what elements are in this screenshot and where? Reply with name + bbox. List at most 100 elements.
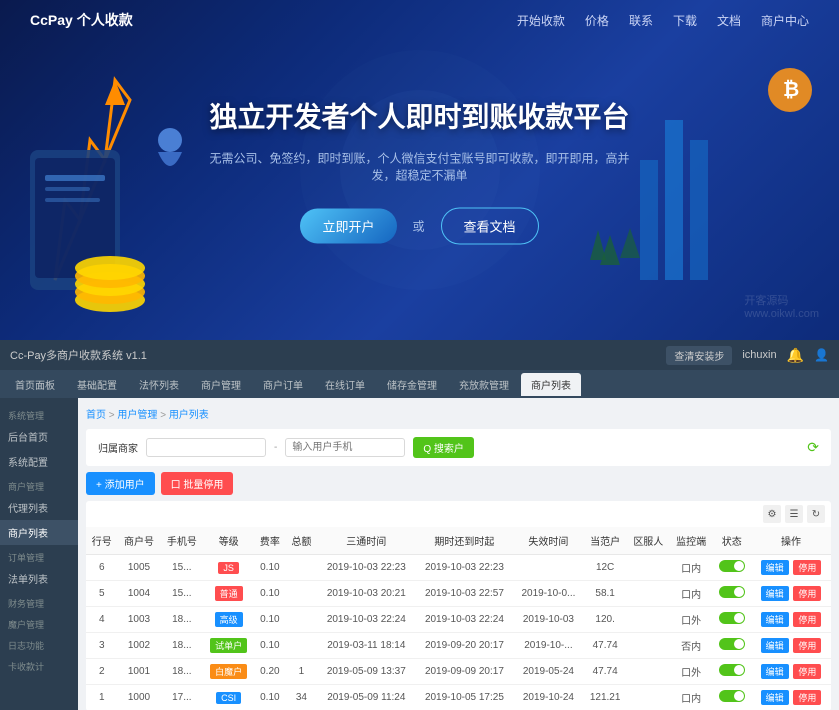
cell-area <box>627 555 670 581</box>
table-columns-icon[interactable]: ☰ <box>785 505 803 523</box>
nav-link-docs[interactable]: 文档 <box>717 12 741 29</box>
btn-add-user[interactable]: + 添加用户 <box>86 472 155 495</box>
search-phone-input[interactable] <box>285 438 405 457</box>
cell-level: CSI <box>203 685 254 710</box>
tab-user-list[interactable]: 商户列表 <box>521 373 581 396</box>
status-toggle[interactable] <box>719 560 745 572</box>
nav-link-start[interactable]: 开始收款 <box>517 12 565 29</box>
col-create-time: 三通时间 <box>317 527 415 555</box>
cell-range: 47.74 <box>583 633 627 659</box>
cell-expire-time: 2019-09-20 20:17 <box>415 633 513 659</box>
cell-level: 试单户 <box>203 633 254 659</box>
search-separator: - <box>274 442 277 453</box>
table-settings-icon[interactable]: ⚙ <box>763 505 781 523</box>
cell-status[interactable] <box>713 581 751 607</box>
hero-watermark: 开客源码 www.oikwl.com <box>744 292 819 320</box>
search-merchant-input[interactable] <box>146 438 266 457</box>
cell-expire-time: 2019-10-03 22:23 <box>415 555 513 581</box>
cell-fail-time: 2019-10-0... <box>513 581 583 607</box>
btn-disable[interactable]: 停用 <box>793 664 821 679</box>
btn-edit[interactable]: 编辑 <box>761 586 789 601</box>
hero-title: 独立开发者个人即时到账收款平台 <box>209 96 629 136</box>
cell-range: 58.1 <box>583 581 627 607</box>
cell-phone: 18... <box>160 659 203 685</box>
sidebar-group-system: 系统管理 <box>0 403 78 424</box>
table-refresh-icon[interactable]: ↻ <box>807 505 825 523</box>
cell-level: 普通 <box>203 581 254 607</box>
hero-buttons: 立即开户 或 查看文档 <box>209 208 629 245</box>
btn-edit[interactable]: 编辑 <box>761 690 789 705</box>
btn-edit[interactable]: 编辑 <box>761 638 789 653</box>
user-icon[interactable]: 👤 <box>814 348 829 362</box>
btn-disable[interactable]: 停用 <box>793 586 821 601</box>
tab-fund-mgmt[interactable]: 充放款管理 <box>449 373 519 396</box>
btn-disable[interactable]: 停用 <box>793 638 821 653</box>
cell-status[interactable] <box>713 659 751 685</box>
tab-basic-config[interactable]: 基础配置 <box>67 373 127 396</box>
cell-action: 编辑 停用 <box>751 659 831 685</box>
cell-status[interactable] <box>713 633 751 659</box>
btn-disable[interactable]: 停用 <box>793 560 821 575</box>
cell-row-num: 6 <box>86 555 118 581</box>
tab-merchant-mgmt[interactable]: 商户管理 <box>191 373 251 396</box>
status-toggle[interactable] <box>719 638 745 650</box>
btn-disable[interactable]: 停用 <box>793 612 821 627</box>
btn-edit[interactable]: 编辑 <box>761 612 789 627</box>
cell-expire-time: 2019-10-03 22:24 <box>415 607 513 633</box>
table-row: 1 1000 17... CSI 0.10 34 2019-05-09 11:2… <box>86 685 831 710</box>
nav-link-price[interactable]: 价格 <box>585 12 609 29</box>
hero-nav-links: 开始收款 价格 联系 下载 文档 商户中心 <box>517 12 809 29</box>
btn-view-docs[interactable]: 查看文档 <box>441 208 539 245</box>
search-btn[interactable]: Q 搜索户 <box>413 437 474 458</box>
sidebar-item-agent-list[interactable]: 代理列表 <box>0 495 78 520</box>
btn-edit[interactable]: 编辑 <box>761 560 789 575</box>
tab-merchant-order[interactable]: 商户订单 <box>253 373 313 396</box>
cell-status[interactable] <box>713 685 751 710</box>
search-refresh-icon[interactable]: ⟳ <box>807 439 819 455</box>
tab-home[interactable]: 首页面板 <box>5 373 65 396</box>
cell-level: 高级 <box>203 607 254 633</box>
sidebar-item-order-list[interactable]: 法单列表 <box>0 566 78 591</box>
cell-monitor: 口外 <box>670 659 713 685</box>
cell-expire-time: 2019-09-09 20:17 <box>415 659 513 685</box>
admin-panel: Cc-Pay多商户收款系统 v1.1 查清安装步 ichuxin 🔔 👤 首页面… <box>0 340 839 710</box>
table-row: 5 1004 15... 普通 0.10 2019-10-03 20:21 20… <box>86 581 831 607</box>
cell-level: JS <box>203 555 254 581</box>
nav-link-download[interactable]: 下载 <box>673 12 697 29</box>
cell-status[interactable] <box>713 555 751 581</box>
table-row: 3 1002 18... 试单户 0.10 2019-03-11 18:14 2… <box>86 633 831 659</box>
nav-link-contact[interactable]: 联系 <box>629 12 653 29</box>
breadcrumb-home[interactable]: 首页 <box>86 410 106 421</box>
breadcrumb-user-list: 用户列表 <box>169 410 209 421</box>
status-toggle[interactable] <box>719 586 745 598</box>
cell-fail-time: 2019-05-24 <box>513 659 583 685</box>
cell-create-time: 2019-03-11 18:14 <box>317 633 415 659</box>
cell-status[interactable] <box>713 607 751 633</box>
tab-order-list[interactable]: 法怀列表 <box>129 373 189 396</box>
sidebar-item-merchant-list[interactable]: 商户列表 <box>0 520 78 545</box>
status-toggle[interactable] <box>719 612 745 624</box>
data-table: ⚙ ☰ ↻ 行号 商户号 手机号 等级 费率 总额 三通时间 <box>86 501 831 710</box>
btn-disable[interactable]: 停用 <box>793 690 821 705</box>
cell-monitor: 口外 <box>670 607 713 633</box>
admin-layout: 系统管理 后台首页 系统配置 商户管理 代理列表 商户列表 订单管理 法单列表 … <box>0 398 839 710</box>
tab-storage-mgmt[interactable]: 储存金管理 <box>377 373 447 396</box>
btn-edit[interactable]: 编辑 <box>761 664 789 679</box>
sidebar-item-config[interactable]: 系统配置 <box>0 449 78 474</box>
admin-install-btn[interactable]: 查清安装步 <box>666 346 732 365</box>
col-area: 区服人 <box>627 527 670 555</box>
notification-icon[interactable]: 🔔 <box>787 347 804 364</box>
nav-link-merchant[interactable]: 商户中心 <box>761 12 809 29</box>
breadcrumb: 首页 > 用户管理 > 用户列表 <box>86 406 831 421</box>
cell-total <box>286 607 318 633</box>
tab-online-order[interactable]: 在线订单 <box>315 373 375 396</box>
btn-batch-disable[interactable]: 口 批量停用 <box>161 472 234 495</box>
admin-topbar: Cc-Pay多商户收款系统 v1.1 查清安装步 ichuxin 🔔 👤 <box>0 340 839 370</box>
btn-open-account[interactable]: 立即开户 <box>300 209 396 244</box>
sidebar-item-home[interactable]: 后台首页 <box>0 424 78 449</box>
col-action: 操作 <box>751 527 831 555</box>
cell-fee: 0.10 <box>254 633 286 659</box>
breadcrumb-user-mgmt[interactable]: 用户管理 <box>117 410 157 421</box>
admin-system-title: Cc-Pay多商户收款系统 v1.1 <box>10 347 147 363</box>
status-toggle[interactable] <box>719 664 745 676</box>
